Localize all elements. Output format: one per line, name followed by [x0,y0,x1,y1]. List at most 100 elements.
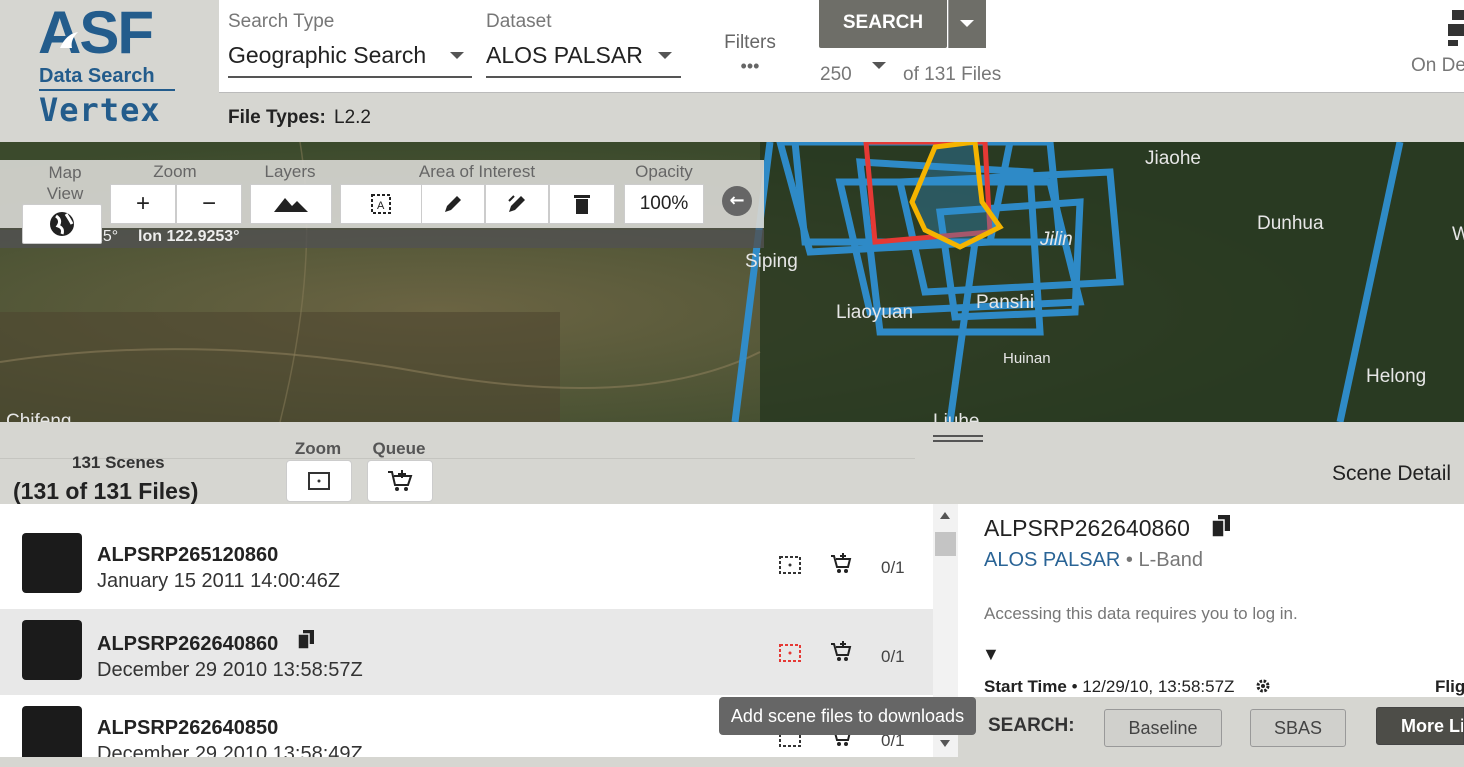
table-row-selected[interactable]: ALPSRP262640860 December 29 2010 13:58:5… [0,609,933,695]
map-view-button[interactable] [22,204,102,244]
bird-icon [58,30,80,50]
pencil-icon [445,196,461,212]
chevron-down-icon [960,20,974,27]
scene-thumbnail [22,533,82,593]
dataset-value: ALOS PALSAR [486,42,643,68]
map-label: Siping [745,251,798,272]
edit-aoi-button[interactable] [485,184,549,224]
search-type-value: Geographic Search [228,42,427,68]
layers-button[interactable] [250,184,332,224]
opacity-button[interactable]: 100% [624,184,704,224]
map-label: Jiaohe [1145,148,1201,169]
more-icon: ••• [740,56,760,76]
result-count: of 131 Files [903,64,1002,85]
collapse-toolbar-button[interactable]: ← [722,186,752,216]
file-types-bar: File Types: L2.2 [219,92,1464,143]
queue-all-label: Queue [372,439,426,458]
detail-scene-id: ALPSRP262640860 [984,515,1190,541]
clear-aoi-button[interactable] [549,184,615,224]
zoom-to-results-button[interactable] [286,460,352,502]
map-label: Liuhe [933,411,980,422]
map-label: W [1452,224,1464,245]
scenes-count: 131 Scenes [72,453,165,472]
scene-id: ALPSRP265120860 [97,544,279,566]
scene-thumbnail [22,706,82,757]
scene-detail-title: Scene Detail [1332,462,1452,485]
start-time-label: Start Time [984,677,1067,696]
scene-date: January 15 2011 14:00:46Z [97,570,341,592]
search-options-button[interactable] [948,0,986,48]
zoom-to-scene-icon[interactable] [779,556,801,574]
sbas-button[interactable]: SBAS [1250,709,1346,747]
scene-date: December 29 2010 13:58:49Z [97,743,363,757]
band-label: • L-Band [1125,549,1203,571]
logo[interactable]: ASF Data Search Vertex [0,0,219,142]
coordinates-bar: 25° lon 122.9253° [0,228,764,248]
chevron-down-icon [658,52,672,59]
scene-id: ALPSRP262640850 [97,717,279,739]
map-label: Panshi [976,292,1034,313]
filters-label: Filters [724,32,776,53]
results-header: 131 Scenes (131 of 131 Files) Zoom Queue… [0,422,1464,504]
map-label: Helong [1366,366,1426,387]
more-like-this-button[interactable]: More Li [1376,707,1464,745]
table-row[interactable]: ALPSRP265120860 January 15 2011 14:00:46… [0,522,933,608]
trash-icon [574,195,590,214]
scene-id: ALPSRP262640860 [97,633,279,655]
map-label: Chifeng [6,411,72,422]
draw-button[interactable] [421,184,485,224]
dataset-select[interactable]: ALOS PALSAR [486,38,681,80]
search-type-select[interactable]: Geographic Search [228,38,472,80]
dataset-link[interactable]: ALOS PALSAR [984,549,1120,571]
select-underline [228,76,472,78]
search-button[interactable]: SEARCH [819,0,947,48]
scroll-down-icon[interactable] [940,740,950,747]
map-label: Dunhua [1257,213,1324,234]
file-count: 0/1 [881,558,905,577]
cart-add-icon[interactable] [830,641,852,663]
chevron-down-icon [450,52,464,59]
arrow-left-icon: ← [729,190,745,211]
baseline-button[interactable]: Baseline [1104,709,1222,747]
queue-icon[interactable] [1448,10,1464,46]
resize-handle[interactable] [933,435,983,442]
gear-icon[interactable] [1255,678,1271,694]
flight-label: Flig [1435,677,1464,696]
bounding-box-icon [308,472,330,490]
dataset-info: ALOS PALSAR • L-Band [984,549,1203,572]
aoi-label: Area of Interest [418,162,536,181]
dataset-label: Dataset [486,11,552,32]
map-label: Jilin [1039,229,1073,250]
zoom-in-button[interactable]: + [110,184,176,224]
cart-add-icon[interactable] [830,553,852,575]
tooltip: Add scene files to downloads [719,697,976,735]
svg-text:A: A [377,200,385,212]
toggle-icon[interactable]: ▼ [982,644,1000,665]
max-results-value: 250 [820,64,852,85]
map-label: Huinan [1003,350,1051,367]
copy-icon[interactable] [297,629,315,651]
start-time-value: • 12/29/10, 13:58:57Z [1071,677,1235,696]
zoom-label: Zoom [153,162,197,181]
login-note: Accessing this data requires you to log … [984,604,1298,623]
max-results-select[interactable]: 250 [820,62,890,90]
layers-label: Layers [264,162,316,181]
queue-all-button[interactable] [367,460,433,502]
mountains-icon [274,198,308,212]
scroll-thumb[interactable] [935,532,956,556]
globe-icon [50,212,74,236]
on-demand-label[interactable]: On De [1411,55,1464,77]
aoi-shape-button[interactable]: A [340,184,422,224]
map-label: Liaoyuan [836,302,913,323]
file-types-label: File Types: [228,107,326,128]
zoom-out-button[interactable]: − [176,184,242,224]
search-label: SEARCH: [988,715,1075,736]
zoom-to-scene-icon[interactable] [779,644,801,662]
file-types-value: L2.2 [334,107,371,128]
copy-icon[interactable] [1210,514,1232,540]
longitude-readout: lon 122.9253° [138,228,240,245]
map-view-label: Map View [46,163,84,203]
scene-thumbnail [22,620,82,680]
filters-button[interactable]: Filters ••• [712,32,788,84]
scroll-up-icon[interactable] [940,512,950,519]
